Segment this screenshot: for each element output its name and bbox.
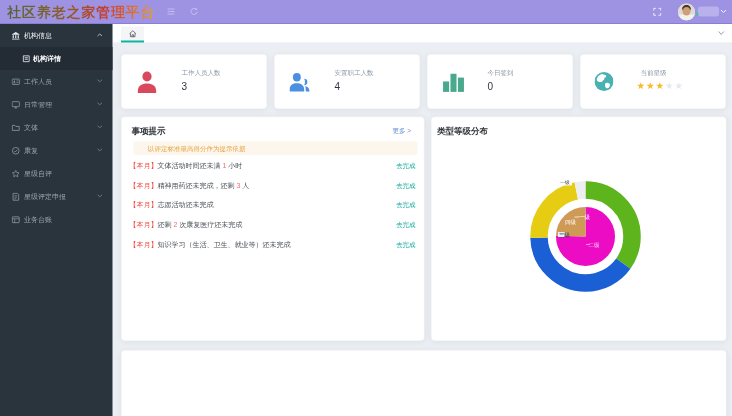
svg-text:一级: 一级 — [560, 180, 570, 185]
svg-text:二级: 二级 — [589, 242, 601, 248]
svg-text:三级: 三级 — [559, 232, 571, 238]
svg-text:一级: 一级 — [579, 214, 591, 220]
svg-text:四级: 四级 — [565, 219, 577, 226]
